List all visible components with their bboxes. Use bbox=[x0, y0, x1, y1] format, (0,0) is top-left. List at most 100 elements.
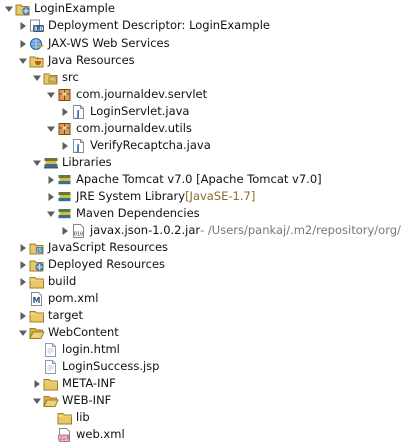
tree-item-jaxws[interactable]: JAX-WS Web Services bbox=[17, 35, 170, 52]
library-icon bbox=[57, 205, 73, 222]
tree-item-deployed[interactable]: Deployed Resources bbox=[17, 256, 165, 273]
libraries-icon bbox=[43, 154, 59, 171]
chevron-right-icon[interactable] bbox=[59, 103, 71, 120]
javascript-resources-icon: JS bbox=[29, 239, 45, 256]
svg-text:J: J bbox=[75, 142, 80, 152]
tree-item-javares[interactable]: Java Resources bbox=[17, 52, 135, 69]
tree-item-loginexample[interactable]: LoginExample bbox=[3, 0, 115, 17]
tree-item-label: META-INF bbox=[62, 376, 116, 390]
chevron-right-icon[interactable] bbox=[45, 188, 57, 205]
tree-item-label: target bbox=[48, 308, 83, 322]
chevron-right-icon[interactable] bbox=[17, 256, 29, 273]
tree-item-label: pom.xml bbox=[48, 291, 99, 305]
svg-text:XML: XML bbox=[58, 435, 68, 441]
project-explorer-tree: LoginExample 3.0 Deployment Descriptor: Lo… bbox=[0, 0, 405, 445]
tree-item-webxml[interactable]: XML web.xml bbox=[45, 426, 125, 443]
tree-item-label: web.xml bbox=[76, 427, 125, 441]
tree-item-pkg2[interactable]: com.journaldev.utils bbox=[45, 120, 192, 137]
chevron-down-icon[interactable] bbox=[31, 154, 43, 171]
tree-item-label: Maven Dependencies bbox=[76, 206, 200, 220]
svg-text:010: 010 bbox=[74, 231, 83, 237]
tree-item-libs[interactable]: Libraries bbox=[31, 154, 112, 171]
folder-icon bbox=[29, 273, 45, 290]
tree-item-label: VerifyRecaptcha.java bbox=[90, 138, 211, 152]
chevron-down-icon[interactable] bbox=[31, 392, 43, 409]
source-folder-icon bbox=[43, 69, 59, 86]
tree-item-decoration: - /Users/pankaj/.m2/repository/org/ bbox=[200, 223, 401, 237]
file-icon bbox=[43, 358, 59, 375]
svg-text:J: J bbox=[75, 108, 80, 118]
folder-icon bbox=[29, 307, 45, 324]
deployment-descriptor-icon: 3.0 bbox=[29, 17, 45, 34]
jar-icon: 010 bbox=[71, 222, 87, 239]
tree-item-tomcat[interactable]: Apache Tomcat v7.0 [Apache Tomcat v7.0] bbox=[45, 171, 322, 188]
chevron-right-icon[interactable] bbox=[59, 137, 71, 154]
tree-item-loginhtml[interactable]: login.html bbox=[31, 341, 120, 358]
tree-item-label: LoginServlet.java bbox=[90, 104, 190, 118]
chevron-down-icon[interactable] bbox=[3, 0, 15, 17]
tree-item-lib[interactable]: lib bbox=[45, 409, 90, 426]
tree-item-target[interactable]: target bbox=[17, 307, 83, 324]
tree-item-label: com.journaldev.servlet bbox=[76, 87, 208, 101]
chevron-down-icon[interactable] bbox=[45, 120, 57, 137]
tree-item-label: JavaScript Resources bbox=[48, 240, 169, 254]
tree-item-label: WebContent bbox=[48, 325, 119, 339]
folder-icon bbox=[43, 375, 59, 392]
tree-item-label: Apache Tomcat v7.0 [Apache Tomcat v7.0] bbox=[76, 172, 322, 186]
tree-item-webcontent[interactable]: WebContent bbox=[17, 324, 119, 341]
chevron-right-icon[interactable] bbox=[17, 17, 29, 34]
chevron-right-icon[interactable] bbox=[17, 35, 29, 52]
tree-item-label: src bbox=[62, 70, 79, 84]
tree-item-label: lib bbox=[76, 410, 90, 424]
chevron-right-icon[interactable] bbox=[59, 222, 71, 239]
tree-item-label: JAX-WS Web Services bbox=[48, 36, 170, 50]
chevron-down-icon[interactable] bbox=[31, 69, 43, 86]
tree-item-label: com.journaldev.utils bbox=[76, 121, 192, 135]
chevron-down-icon[interactable] bbox=[17, 52, 29, 69]
tree-item-jar[interactable]: 010 javax.json-1.0.2.jar - /Users/pankaj/… bbox=[59, 222, 401, 239]
chevron-right-icon[interactable] bbox=[17, 273, 29, 290]
tree-item-f2[interactable]: J VerifyRecaptcha.java bbox=[59, 137, 211, 154]
tree-item-metainf[interactable]: META-INF bbox=[31, 375, 116, 392]
chevron-right-icon[interactable] bbox=[31, 375, 43, 392]
tree-item-jre[interactable]: JRE System Library [JavaSE-1.7] bbox=[45, 188, 255, 205]
java-file-icon: J bbox=[71, 137, 87, 154]
tree-item-label: Java Resources bbox=[48, 53, 135, 67]
chevron-right-icon[interactable] bbox=[17, 239, 29, 256]
tree-item-build[interactable]: build bbox=[17, 273, 76, 290]
tree-item-pom[interactable]: Mpom.xml bbox=[17, 290, 98, 307]
tree-item-dd[interactable]: 3.0 Deployment Descriptor: LoginExample bbox=[17, 17, 270, 34]
library-icon bbox=[57, 188, 73, 205]
folder-open-icon bbox=[29, 324, 45, 341]
package-icon bbox=[57, 86, 73, 103]
tree-item-label: LoginExample bbox=[34, 1, 115, 15]
tree-item-decoration: [JavaSE-1.7] bbox=[185, 189, 256, 203]
svg-text:JS: JS bbox=[36, 248, 42, 254]
tree-item-webinf[interactable]: WEB-INF bbox=[31, 392, 111, 409]
chevron-down-icon[interactable] bbox=[45, 205, 57, 222]
folder-open-icon bbox=[43, 392, 59, 409]
tree-item-jsres[interactable]: JS JavaScript Resources bbox=[17, 239, 168, 256]
tree-item-label: LoginSuccess.jsp bbox=[62, 359, 160, 373]
tree-item-loginjsp[interactable]: LoginSuccess.jsp bbox=[31, 358, 159, 375]
tree-item-label: Libraries bbox=[62, 155, 112, 169]
java-file-icon: J bbox=[71, 103, 87, 120]
package-icon bbox=[57, 120, 73, 137]
folder-icon bbox=[57, 409, 73, 426]
chevron-down-icon[interactable] bbox=[17, 324, 29, 341]
chevron-right-icon[interactable] bbox=[17, 307, 29, 324]
xml-file-icon: XML bbox=[57, 426, 73, 443]
tree-item-pkg1[interactable]: com.journaldev.servlet bbox=[45, 86, 207, 103]
file-icon bbox=[43, 341, 59, 358]
tree-item-src[interactable]: src bbox=[31, 69, 79, 86]
chevron-right-icon[interactable] bbox=[45, 171, 57, 188]
chevron-down-icon[interactable] bbox=[45, 86, 57, 103]
svg-text:M: M bbox=[33, 296, 41, 305]
tree-item-f1[interactable]: J LoginServlet.java bbox=[59, 103, 189, 120]
tree-item-label: login.html bbox=[62, 342, 120, 356]
tree-item-maven[interactable]: Maven Dependencies bbox=[45, 205, 200, 222]
